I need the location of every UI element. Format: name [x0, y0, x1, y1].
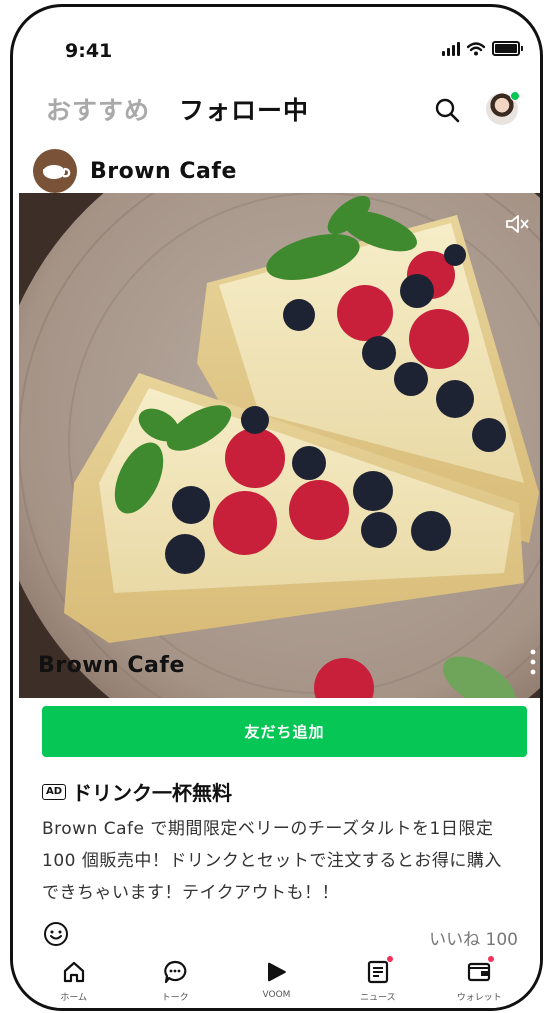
ad-body-line: 100 個販売中！ドリンクとセットで注文するとお得に購入: [42, 851, 502, 871]
ad-body: Brown Cafe で期間限定ベリーのチーズタルトを1日限定 100 個販売中…: [42, 813, 532, 909]
coffee-cup-icon: [33, 149, 77, 193]
nav-label-news: ニュース: [360, 993, 396, 1003]
more-vertical-icon[interactable]: [530, 649, 536, 675]
nav-item-news[interactable]: ニュース: [343, 951, 413, 1003]
signal-icon: [442, 41, 460, 56]
header: おすすめ フォロー中: [46, 91, 520, 131]
ad-body-line: Brown Cafe で期間限定ベリーのチーズタルトを1日限定: [42, 819, 494, 839]
ad-title-text: ドリンク一杯無料: [72, 781, 233, 805]
account-name: Brown Cafe: [90, 158, 237, 184]
nav-item-wallet[interactable]: ウォレット: [444, 951, 514, 1003]
ad-body-line: できちゃいます！テイクアウトも！！: [42, 883, 340, 903]
search-icon[interactable]: [434, 97, 460, 123]
nav-label-home: ホーム: [60, 993, 88, 1003]
voom-icon: [268, 962, 287, 982]
like-count[interactable]: いいね 100: [429, 925, 518, 950]
news-icon: [367, 960, 388, 984]
nav-label-voom: VOOM: [262, 990, 291, 1000]
post-media[interactable]: Brown Cafe: [19, 193, 540, 698]
news-badge-dot: [386, 956, 393, 962]
tab-recommended[interactable]: おすすめ: [46, 91, 150, 127]
mute-icon[interactable]: [504, 213, 530, 235]
status-time: 9:41: [65, 40, 113, 62]
home-icon: [63, 961, 84, 983]
wallet-icon: [468, 962, 491, 982]
online-dot: [510, 91, 520, 101]
add-friend-button[interactable]: 友だち追加: [42, 706, 527, 757]
chat-icon: [164, 960, 187, 984]
media-caption: Brown Cafe: [38, 653, 185, 678]
nav-label-wallet: ウォレット: [456, 993, 502, 1003]
nav-label-talk: トーク: [161, 993, 189, 1003]
battery-icon: [492, 41, 523, 56]
avatar[interactable]: [486, 91, 520, 125]
ad-badge: AD: [42, 783, 67, 800]
bottom-nav: ホーム トーク VOOM ニュース ウォレット: [13, 951, 540, 1008]
smiley-icon[interactable]: [43, 921, 69, 947]
nav-item-home[interactable]: ホーム: [39, 951, 109, 1003]
wallet-badge-dot: [488, 956, 495, 962]
tab-following[interactable]: フォロー中: [179, 91, 309, 127]
status-icons: [442, 41, 523, 56]
wifi-icon: [467, 41, 485, 55]
cheesecake-image: [19, 193, 540, 698]
phone-frame: 9:41 おすすめ フォロー中 Brown Cafe Brown Cafe 友だ…: [10, 4, 543, 1011]
nav-item-voom[interactable]: VOOM: [241, 951, 311, 1000]
ad-title: AD ドリンク一杯無料: [42, 777, 232, 806]
nav-item-talk[interactable]: トーク: [140, 951, 210, 1003]
post-account-row[interactable]: Brown Cafe: [33, 148, 237, 194]
